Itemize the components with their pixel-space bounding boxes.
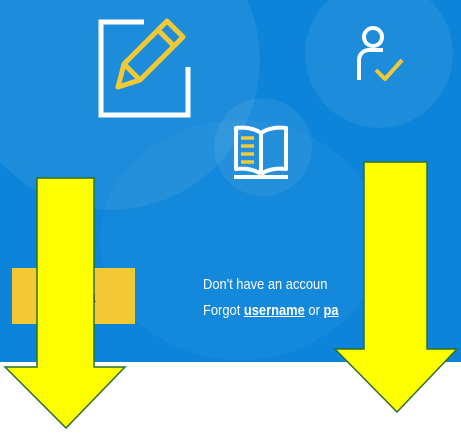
open-book-icon xyxy=(234,125,288,179)
edit-pencil-icon xyxy=(98,18,191,118)
or-text: or xyxy=(304,302,324,319)
forgot-prefix: Forgot xyxy=(203,302,244,319)
down-arrow-icon xyxy=(333,161,459,414)
username-link[interactable]: username xyxy=(244,302,305,319)
down-arrow-icon xyxy=(3,177,127,430)
user-check-icon xyxy=(357,26,404,81)
signup-prompt: Don't have an accoun xyxy=(203,276,328,293)
